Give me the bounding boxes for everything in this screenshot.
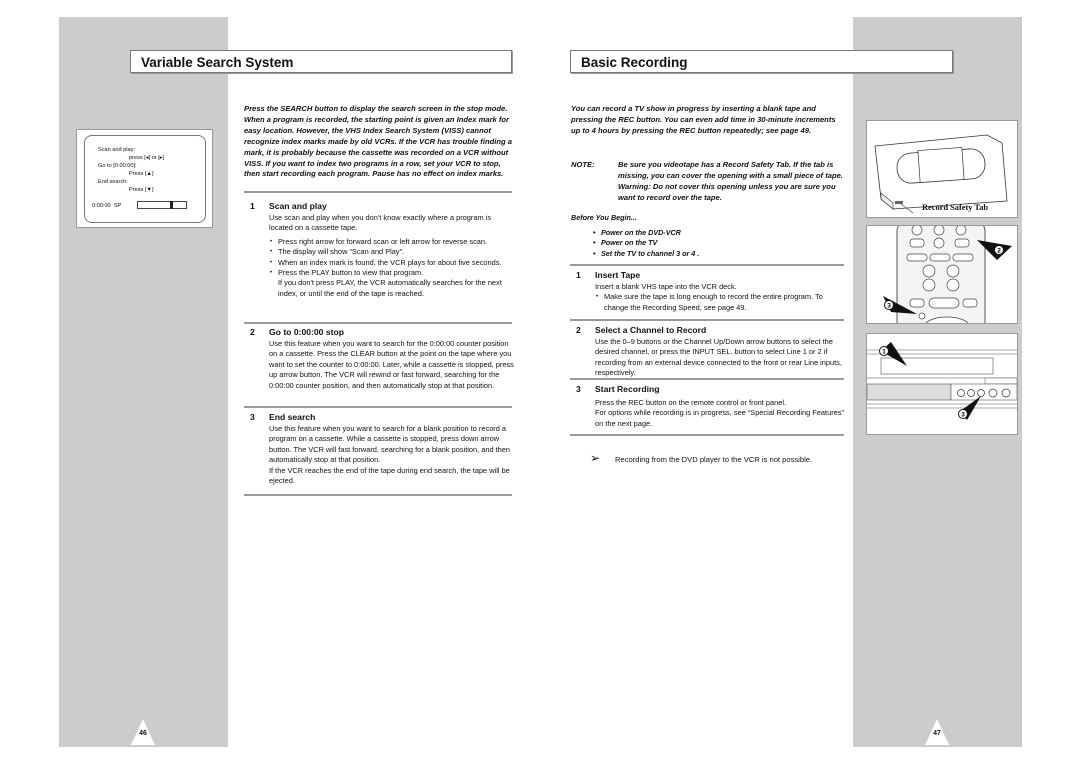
divider [244, 191, 512, 193]
bullet-item: Press the PLAY button to view that progr… [269, 268, 515, 279]
divider [570, 378, 844, 380]
bullet-item: The display will show “Scan and Play”. [269, 247, 515, 258]
callout-markers: 2 3 [883, 240, 1012, 314]
left-intro-text: Press the SEARCH button to display the s… [244, 104, 512, 179]
step-heading: Start Recording [595, 384, 660, 394]
callout-2: 2 [997, 248, 1001, 255]
tape-position-bar [137, 201, 187, 209]
step-number: 1 [250, 201, 255, 211]
before-item: Set the TV to channel 3 or 4 . [593, 249, 843, 260]
step-text: Use scan and play when you don't know ex… [269, 213, 492, 233]
before-item: Power on the DVD-VCR [593, 228, 843, 239]
page-title-basic-recording: Basic Recording [570, 50, 953, 73]
step-note: For options while recording is in progre… [595, 408, 844, 428]
bullet-item: Make sure the tape is long enough to rec… [595, 292, 847, 313]
osd-counter: 0:00:00 SP [92, 203, 122, 209]
pointer-arrow-icon: ➢ [590, 451, 601, 465]
divider [244, 322, 512, 324]
divider [570, 319, 844, 321]
step-number: 1 [576, 270, 581, 280]
osd-line: Press [▲] [129, 171, 154, 177]
step-note: If the VCR reaches the end of the tape d… [269, 465, 510, 486]
page-number-right: 47 [925, 719, 949, 745]
page-title-variable-search: Variable Search System [130, 50, 512, 73]
osd-line: press [◂] or [▸] [129, 155, 165, 161]
cassette-illustration: Record Safety Tab [866, 120, 1018, 218]
left-margin-column [59, 17, 228, 747]
step-text: Press the REC button on the remote contr… [595, 398, 787, 407]
osd-line: Press [▼] [129, 187, 154, 193]
tip-text: Recording from the DVD player to the VCR… [615, 455, 813, 464]
step-heading: Scan and play [269, 201, 327, 211]
step-heading: Insert Tape [595, 270, 641, 280]
step-heading: Select a Channel to Record [595, 325, 707, 335]
bullet-item: Press right arrow for forward scan or le… [269, 237, 515, 248]
step-heading: Go to 0:00:00 stop [269, 327, 344, 337]
step-text: Insert a blank VHS tape into the VCR dec… [595, 282, 737, 291]
step-number: 3 [250, 412, 255, 422]
divider [570, 264, 844, 266]
divider [244, 494, 512, 496]
callout-markers: 1 3 [879, 342, 981, 420]
note-label: NOTE: [571, 160, 595, 169]
record-safety-tab-caption: Record Safety Tab [922, 203, 989, 212]
bullet-item: When an index mark is found, the VCR pla… [269, 258, 515, 269]
step-text: Use the 0–9 buttons or the Channel Up/Do… [595, 337, 842, 378]
page-number-left: 46 [131, 719, 155, 745]
step-number: 3 [576, 384, 581, 394]
divider [244, 406, 512, 408]
callout-1: 1 [882, 349, 886, 356]
callout-3: 3 [961, 412, 965, 419]
step-heading: End search [269, 412, 316, 422]
search-osd: Scan and play: press [◂] or [▸] Go to [0… [84, 135, 206, 223]
right-intro-text: You can record a TV show in progress by … [571, 104, 836, 135]
before-heading: Before You Begin... [571, 213, 637, 222]
step-text: Use this feature when you want to search… [269, 339, 514, 390]
remote-control-illustration: 2 3 [866, 225, 1018, 324]
step-number: 2 [250, 327, 255, 337]
search-screen-illustration: Scan and play: press [◂] or [▸] Go to [0… [76, 129, 213, 228]
osd-line: Go to [0:00:00]: [98, 163, 137, 169]
osd-line: End search: [98, 179, 128, 185]
step-text: Use this feature when you want to search… [269, 424, 511, 465]
before-you-begin: Before You Begin... Power on the DVD-VCR… [571, 213, 843, 259]
before-item: Power on the TV [593, 238, 843, 249]
step-note: If you don't press PLAY, the VCR automat… [278, 278, 502, 298]
note-text: Be sure you videotape has a Record Safet… [618, 160, 843, 202]
osd-line: Scan and play: [98, 147, 136, 153]
vcr-deck-illustration: 1 3 [866, 333, 1018, 435]
divider [570, 434, 844, 436]
step-number: 2 [576, 325, 581, 335]
tape-position-marker [170, 201, 174, 209]
callout-3: 3 [887, 303, 891, 310]
